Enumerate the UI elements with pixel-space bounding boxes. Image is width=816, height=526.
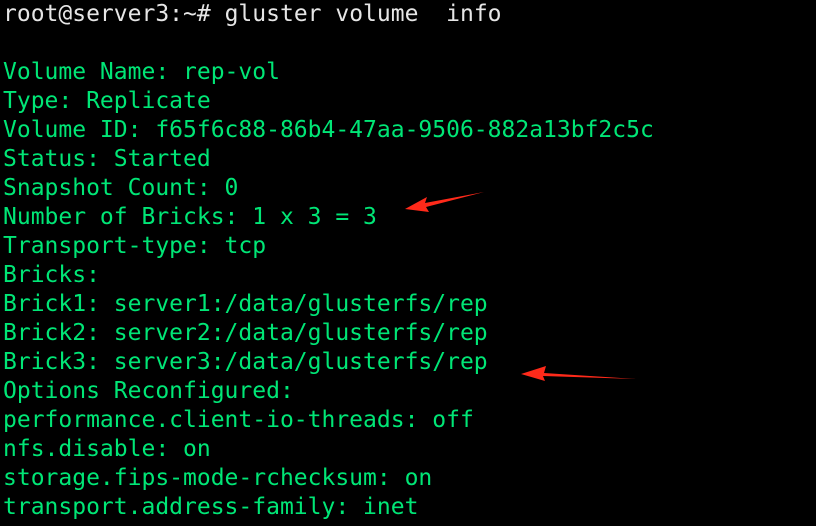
terminal-window[interactable]: root@server3:~# gluster volume info Volu… — [0, 0, 816, 526]
output-line-address-family: transport.address-family: inet — [3, 494, 419, 520]
output-line-bricks-header: Bricks: — [3, 262, 100, 288]
output-line-status: Status: Started — [3, 146, 211, 172]
output-line-type: Type: Replicate — [3, 88, 211, 114]
output-line-number-of-bricks: Number of Bricks: 1 x 3 = 3 — [3, 204, 377, 230]
command-text: gluster volume info — [224, 1, 502, 27]
output-line-transport-type: Transport-type: tcp — [3, 233, 267, 259]
prompt: root@server3:~# — [3, 1, 211, 27]
output-line-client-io-threads: performance.client-io-threads: off — [3, 407, 474, 433]
output-line-brick2: Brick2: server2:/data/glusterfs/rep — [3, 320, 488, 346]
output-line-options-reconfigured: Options Reconfigured: — [3, 378, 294, 404]
output-line-brick3: Brick3: server3:/data/glusterfs/rep — [3, 349, 488, 375]
command-prompt-line: root@server3:~# gluster volume info — [3, 0, 816, 29]
output-line-nfs-disable: nfs.disable: on — [3, 436, 211, 462]
output-line-volume-name: Volume Name: rep-vol — [3, 59, 280, 85]
output-line-volume-id: Volume ID: f65f6c88-86b4-47aa-9506-882a1… — [3, 117, 654, 143]
output-line-snapshot-count: Snapshot Count: 0 — [3, 175, 239, 201]
output-line-brick1: Brick1: server1:/data/glusterfs/rep — [3, 291, 488, 317]
output-line-fips-mode: storage.fips-mode-rchecksum: on — [3, 465, 433, 491]
